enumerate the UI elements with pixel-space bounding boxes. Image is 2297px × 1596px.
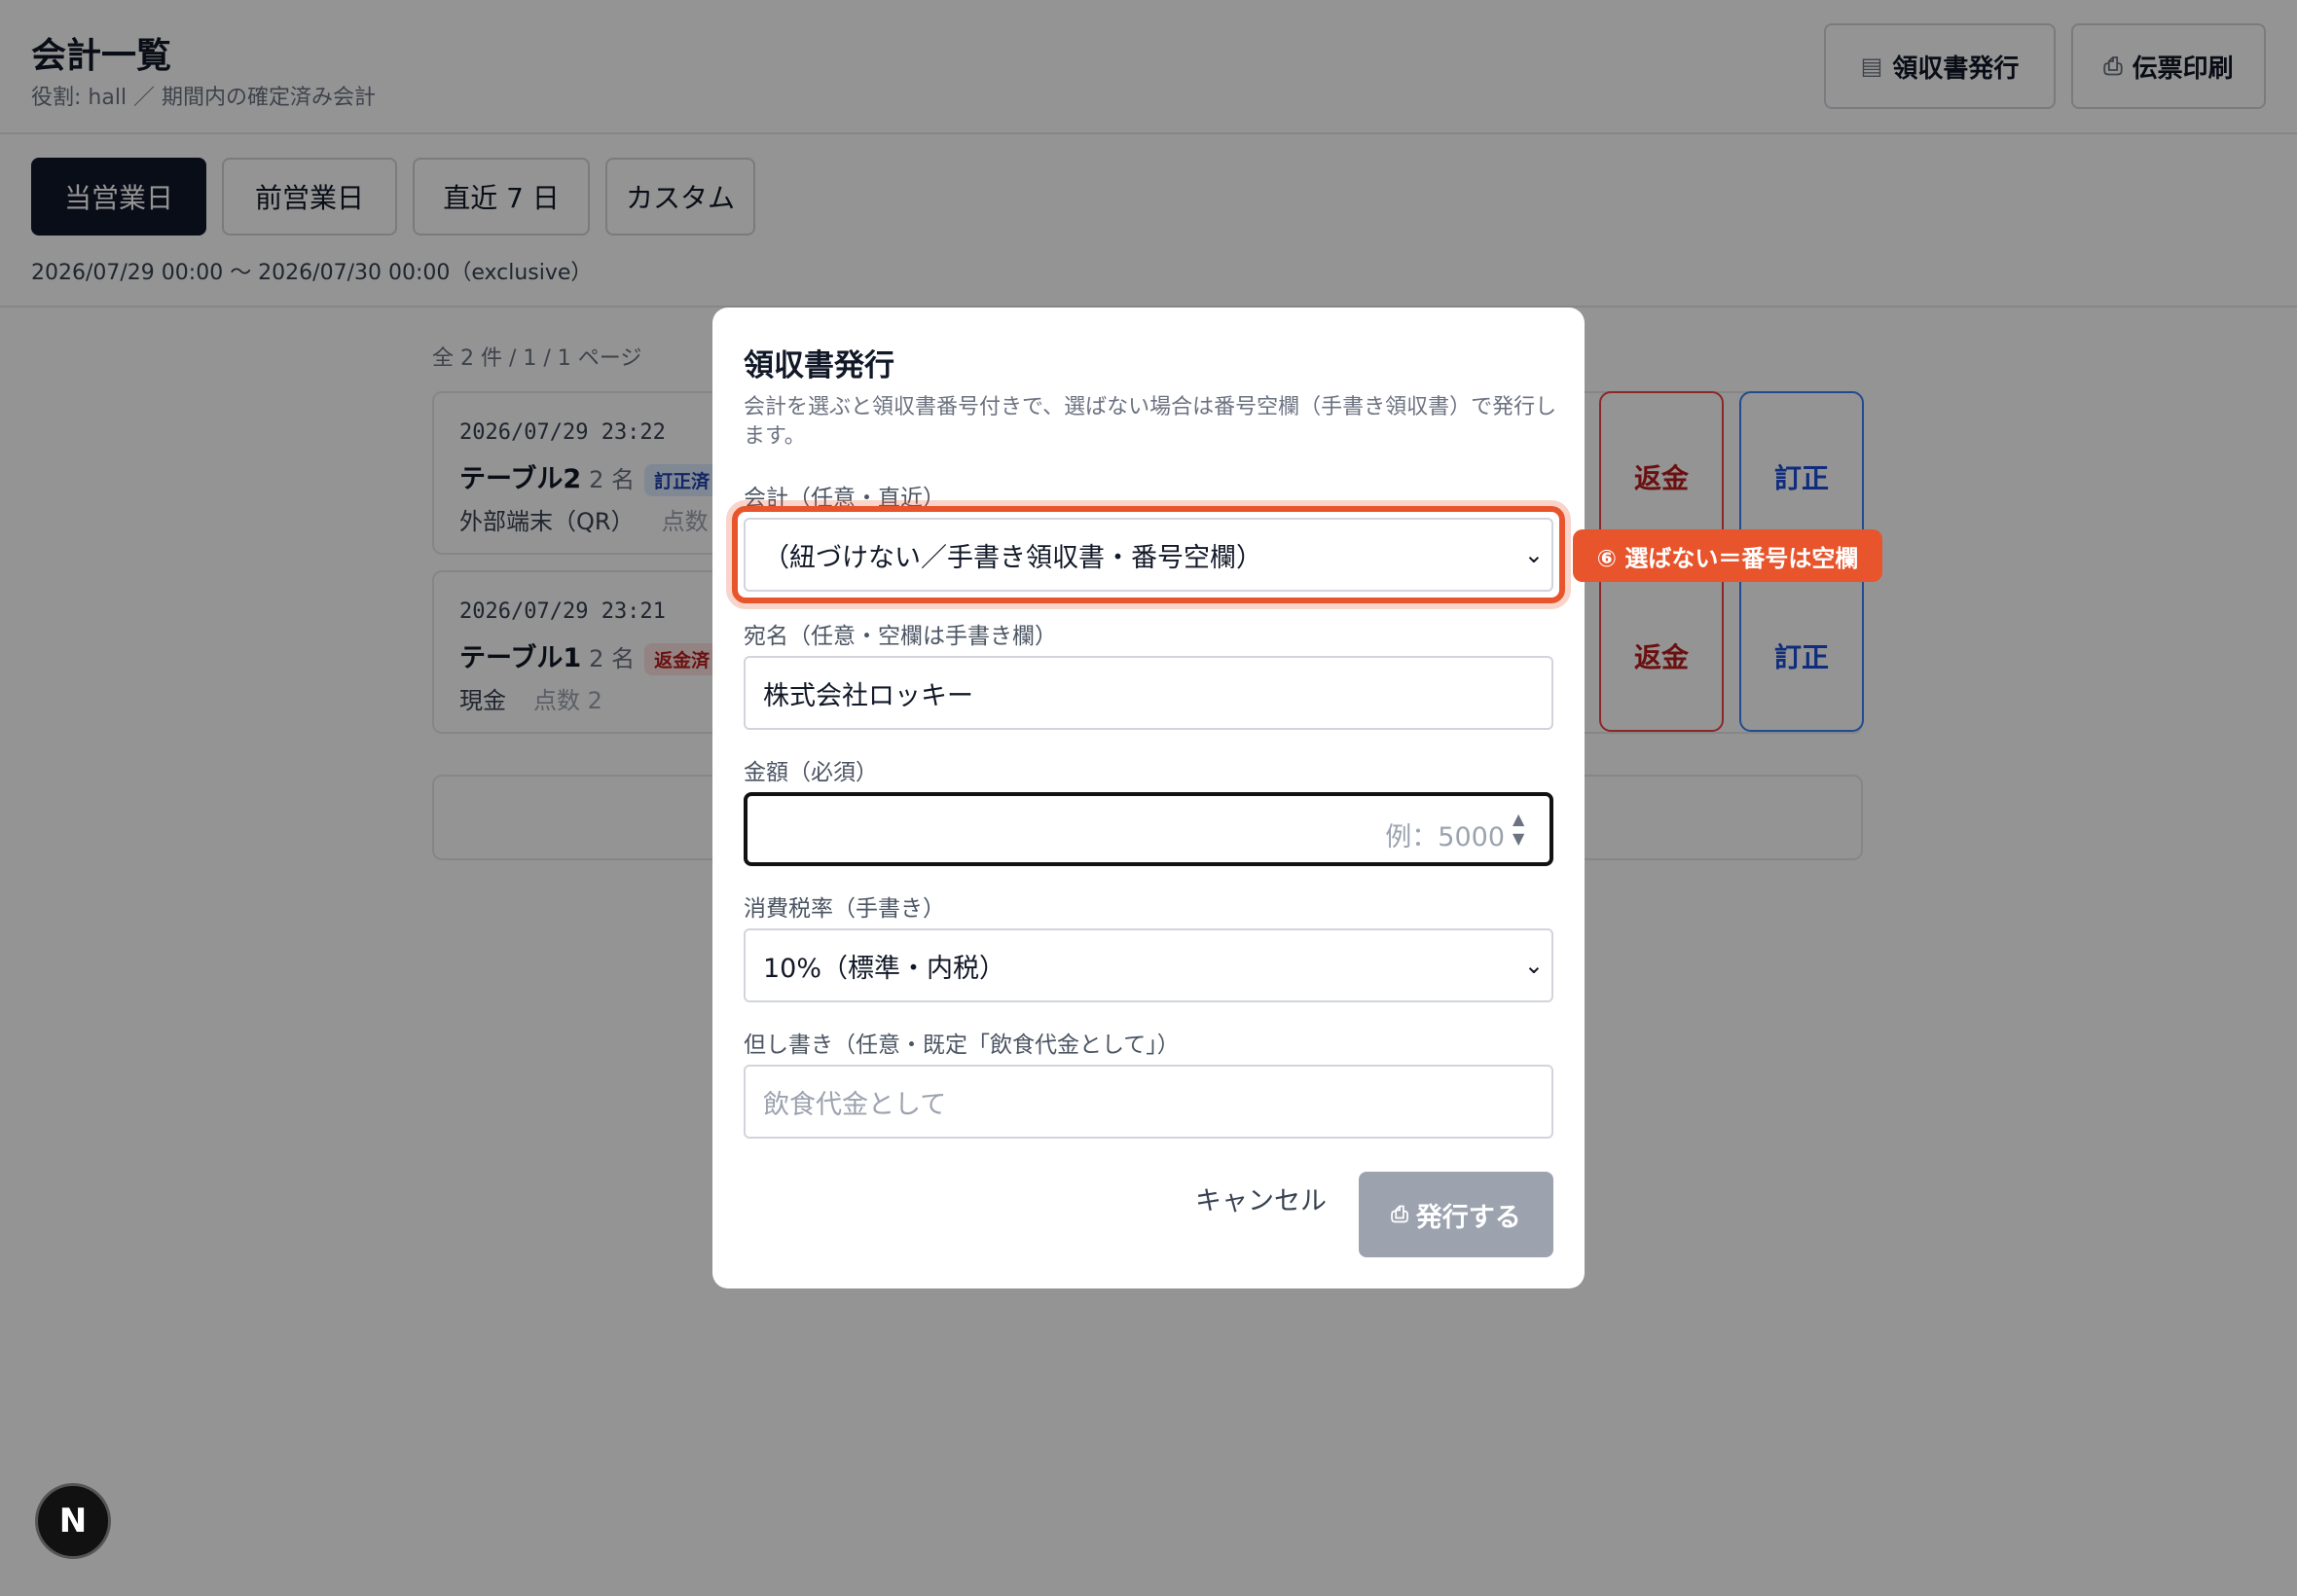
amount-label: 金額（必須） — [744, 760, 878, 785]
dialog-title: 領収書発行 — [744, 348, 894, 383]
addressee-label: 宛名（任意・空欄は手書き欄） — [744, 624, 1057, 649]
chevron-down-icon: ⌄ — [1523, 952, 1544, 979]
addressee-input[interactable]: 株式会社ロッキー — [744, 656, 1553, 730]
account-select-value: （紐づけない／手書き領収書・番号空欄） — [763, 542, 1262, 573]
amount-input[interactable]: 例：5000 ▲ ▼ — [744, 792, 1553, 866]
note-placeholder: 飲食代金として — [763, 1089, 947, 1120]
tax-select-value: 10%（標準・内税） — [763, 953, 1006, 984]
addressee-value: 株式会社ロッキー — [763, 680, 973, 711]
issue-button[interactable]: ⎙ 発行する — [1359, 1172, 1553, 1257]
amount-placeholder: 例：5000 — [1385, 822, 1505, 852]
note-label: 但し書き（任意・既定「飲食代金として」） — [744, 1033, 1180, 1058]
tax-select[interactable]: 10%（標準・内税） ⌄ — [744, 928, 1553, 1002]
issue-label: 発行する — [1415, 1202, 1521, 1232]
dialog-description: 会計を選ぶと領収書番号付きで、選ばない場合は番号空欄（手書き領収書）で発行します… — [744, 395, 1557, 449]
number-spinner-icon[interactable]: ▲ ▼ — [1513, 810, 1528, 849]
printer-icon: ⎙ — [1391, 1202, 1408, 1226]
note-input[interactable]: 飲食代金として — [744, 1065, 1553, 1139]
account-select[interactable]: （紐づけない／手書き領収書・番号空欄） ⌄ — [744, 518, 1553, 592]
annotation-callout: ⑥ 選ばない＝番号は空欄 — [1573, 529, 1882, 582]
chevron-down-icon: ⌄ — [1523, 541, 1544, 568]
tax-label: 消費税率（手書き） — [744, 896, 945, 922]
receipt-dialog: 領収書発行 会計を選ぶと領収書番号付きで、選ばない場合は番号空欄（手書き領収書）… — [712, 308, 1585, 1288]
cancel-button[interactable]: キャンセル — [1195, 1179, 1327, 1217]
nextjs-dev-badge[interactable]: N — [35, 1483, 111, 1559]
